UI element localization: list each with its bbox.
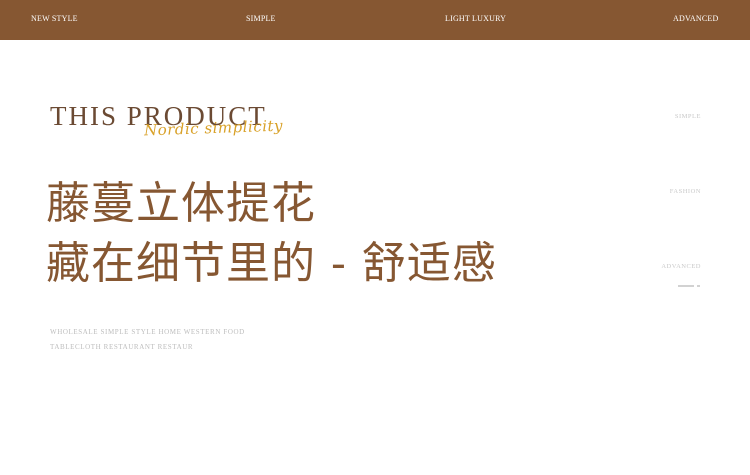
nav-item-light-luxury[interactable]: LIGHT LUXURY <box>445 14 506 23</box>
side-label-advanced: ADVANCED <box>661 263 701 270</box>
script-subtitle: Nordic simplicity <box>143 116 284 140</box>
nav-item-advanced[interactable]: ADVANCED <box>673 14 718 23</box>
top-banner: NEW STYLE SIMPLE LIGHT LUXURY ADVANCED <box>0 0 750 40</box>
headline-line-1: 藤蔓立体提花 <box>46 178 316 229</box>
description-line-2: TABLECLOTH RESTAURANT RESTAUR <box>50 343 194 351</box>
side-label-fashion: FASHION <box>669 188 701 195</box>
description-line-1: WHOLESALE SIMPLE STYLE HOME WESTERN FOOD <box>50 328 245 336</box>
nav-item-new-style[interactable]: NEW STYLE <box>31 14 78 23</box>
side-divider-dot <box>697 285 700 287</box>
headline-line-2: 藏在细节里的 - 舒适感 <box>46 238 497 289</box>
side-divider <box>678 285 694 287</box>
side-label-simple: SIMPLE <box>674 113 701 120</box>
nav-item-simple[interactable]: SIMPLE <box>246 14 276 23</box>
